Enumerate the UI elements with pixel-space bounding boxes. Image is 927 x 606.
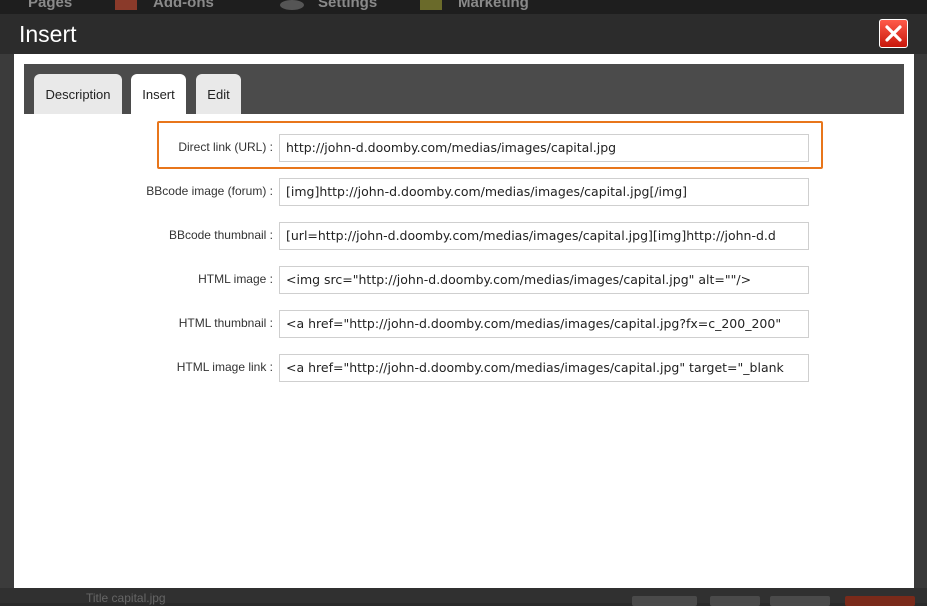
bbcode-image-field[interactable]: [img]http://john-d.doomby.com/medias/ima… [279, 178, 809, 206]
html-thumbnail-label: HTML thumbnail : [178, 316, 273, 330]
close-icon [885, 25, 902, 42]
modal-body: Description Insert Edit Direct link (URL… [14, 54, 914, 588]
html-image-field[interactable]: <img src="http://john-d.doomby.com/media… [279, 266, 809, 294]
tab-bar: Description Insert Edit [24, 64, 904, 114]
bbcode-thumbnail-field[interactable]: [url=http://john-d.doomby.com/medias/ima… [279, 222, 809, 250]
modal-title: Insert [19, 21, 77, 47]
row-html-image-link: HTML image link : <a href="http://john-d… [14, 354, 914, 382]
background-right-panel [914, 54, 927, 588]
modal-header: Insert [0, 14, 927, 54]
html-image-link-label: HTML image link : [176, 360, 273, 374]
bbcode-image-label: BBcode image (forum) : [146, 184, 273, 198]
bg-nav-settings[interactable]: Settings [318, 0, 377, 12]
settings-gear-icon [280, 0, 304, 10]
html-image-label: HTML image : [198, 272, 273, 286]
tab-edit[interactable]: Edit [196, 74, 241, 114]
background-button [770, 596, 830, 606]
row-bbcode-image: BBcode image (forum) : [img]http://john-… [14, 178, 914, 206]
background-button [632, 596, 697, 606]
row-html-thumbnail: HTML thumbnail : <a href="http://john-d.… [14, 310, 914, 338]
close-button[interactable] [879, 19, 908, 48]
row-bbcode-thumbnail: BBcode thumbnail : [url=http://john-d.do… [14, 222, 914, 250]
bg-nav-addons[interactable]: Add-ons [153, 0, 214, 12]
html-thumbnail-field[interactable]: <a href="http://john-d.doomby.com/medias… [279, 310, 809, 338]
background-button [710, 596, 760, 606]
background-left-panel [0, 54, 14, 588]
bbcode-thumbnail-label: BBcode thumbnail : [168, 228, 273, 242]
tab-description[interactable]: Description [34, 74, 122, 114]
row-direct-link: Direct link (URL) : http://john-d.doomby… [14, 134, 914, 162]
addons-icon [115, 0, 137, 10]
direct-link-label: Direct link (URL) : [178, 140, 273, 154]
bg-nav-pages[interactable]: Pages [28, 0, 72, 12]
tab-insert[interactable]: Insert [131, 74, 186, 114]
row-html-image: HTML image : <img src="http://john-d.doo… [14, 266, 914, 294]
bg-nav-marketing[interactable]: Marketing [458, 0, 529, 12]
marketing-icon [420, 0, 442, 10]
html-image-link-field[interactable]: <a href="http://john-d.doomby.com/medias… [279, 354, 809, 382]
background-button [845, 596, 915, 606]
direct-link-field[interactable]: http://john-d.doomby.com/medias/images/c… [279, 134, 809, 162]
